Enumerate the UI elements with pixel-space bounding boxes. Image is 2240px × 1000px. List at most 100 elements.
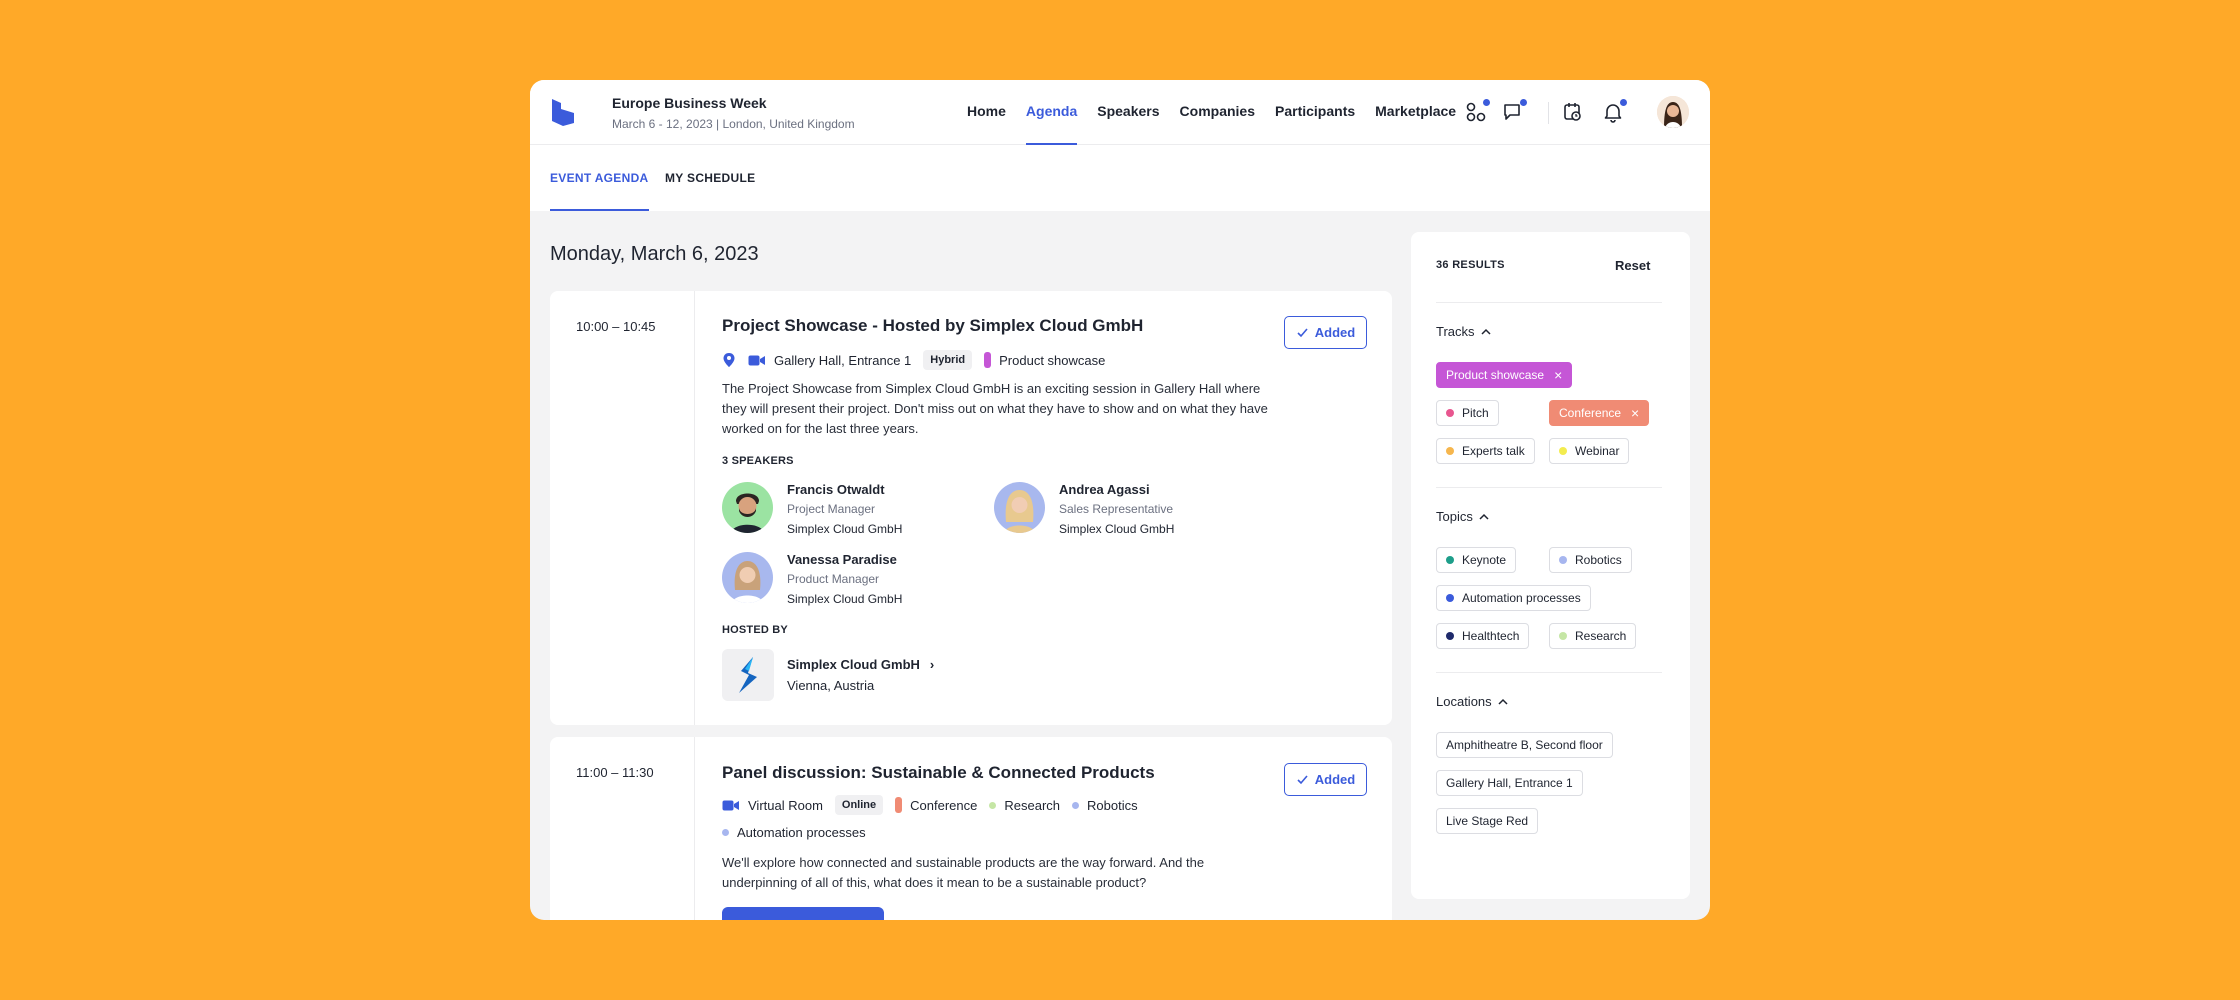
- topic-chip-healthtech[interactable]: Healthtech: [1436, 623, 1530, 649]
- nav-agenda[interactable]: Agenda: [1025, 80, 1078, 145]
- header-divider: [1548, 102, 1549, 124]
- location-chip[interactable]: Amphitheatre B, Second floor: [1436, 732, 1613, 758]
- topic-dot: [1072, 801, 1079, 809]
- format-badge: Online: [834, 795, 884, 815]
- session-meta-row2: Automation processes: [722, 825, 866, 840]
- color-dot: [1446, 556, 1454, 564]
- topic-dot: [989, 801, 997, 809]
- speaker-card[interactable]: Francis Otwaldt Project Manager Simplex …: [722, 482, 972, 536]
- date-heading: Monday, March 6, 2023: [550, 243, 759, 265]
- apps-icon[interactable]: [1465, 98, 1491, 125]
- session-title[interactable]: Panel discussion: Sustainable & Connecte…: [722, 763, 1155, 783]
- divider: [1436, 302, 1662, 303]
- speakers-count: 3 SPEAKERS: [722, 455, 794, 467]
- added-button[interactable]: Added: [1284, 763, 1367, 796]
- topic-chip-robotics[interactable]: Robotics: [1549, 547, 1632, 573]
- nav-companies[interactable]: Companies: [1180, 80, 1255, 145]
- time-column: 10:00 – 10:45: [550, 291, 695, 725]
- tracks-toggle[interactable]: Tracks: [1436, 324, 1491, 339]
- track-label: Product showcase: [999, 352, 1106, 368]
- session-time: 11:00 – 11:30: [576, 765, 654, 780]
- color-dot: [1446, 447, 1454, 455]
- speaker-name: Francis Otwaldt: [787, 482, 885, 497]
- check-icon: [1297, 328, 1308, 338]
- chevron-right-icon: ›: [929, 657, 935, 672]
- remove-icon[interactable]: ×: [1554, 367, 1562, 383]
- video-camera-icon: [722, 799, 740, 812]
- session-title[interactable]: Project Showcase - Hosted by Simplex Clo…: [722, 316, 1143, 336]
- bell-icon[interactable]: [1602, 98, 1628, 125]
- color-dot: [1446, 409, 1454, 417]
- speaker-avatar: [994, 482, 1045, 533]
- topic-chip-automation-processes[interactable]: Automation processes: [1436, 585, 1591, 611]
- session-location: Virtual Room: [748, 797, 823, 813]
- reset-button[interactable]: Reset: [1615, 258, 1650, 273]
- tab-my-schedule[interactable]: MY SCHEDULE: [665, 145, 755, 211]
- speaker-role: Project Manager: [787, 502, 876, 516]
- session-description: The Project Showcase from Simplex Cloud …: [722, 381, 1268, 436]
- app-window: Europe Business Week March 6 - 12, 2023 …: [530, 80, 1710, 920]
- chevron-up-icon: [1481, 328, 1491, 335]
- speaker-company: Simplex Cloud GmbH: [787, 522, 903, 536]
- host-company[interactable]: Simplex Cloud GmbH › Vienna, Austria: [722, 649, 1022, 701]
- chat-icon[interactable]: [1502, 98, 1528, 125]
- locations-toggle[interactable]: Locations: [1436, 694, 1508, 709]
- user-avatar[interactable]: [1657, 96, 1689, 128]
- simplex-logo-icon: [722, 649, 774, 701]
- cta-button[interactable]: [722, 907, 884, 920]
- topic-chip-research[interactable]: Research: [1549, 623, 1637, 649]
- speaker-avatar: [722, 482, 773, 533]
- speaker-name: Andrea Agassi: [1059, 482, 1150, 497]
- session-description: We'll explore how connected and sustaina…: [722, 855, 1205, 890]
- location-chip[interactable]: Live Stage Red: [1436, 808, 1539, 834]
- color-dot: [1446, 632, 1454, 640]
- speaker-card[interactable]: Vanessa Paradise Product Manager Simplex…: [722, 552, 972, 606]
- location-chip[interactable]: Gallery Hall, Entrance 1: [1436, 770, 1583, 796]
- calendar-clock-icon[interactable]: [1562, 101, 1586, 125]
- nav-speakers[interactable]: Speakers: [1097, 80, 1159, 145]
- nav-marketplace[interactable]: Marketplace: [1375, 80, 1456, 145]
- topic-label: Automation processes: [737, 825, 866, 840]
- topic-chip-keynote[interactable]: Keynote: [1436, 547, 1517, 573]
- added-label: Added: [1314, 325, 1356, 340]
- color-dot: [1559, 447, 1567, 455]
- host-name: Simplex Cloud GmbH ›: [787, 657, 935, 672]
- nav-participants[interactable]: Participants: [1275, 80, 1355, 145]
- event-logo-icon[interactable]: [550, 97, 576, 127]
- track-chip-experts-talk[interactable]: Experts talk: [1436, 438, 1535, 464]
- speaker-avatar: [722, 552, 773, 603]
- agenda-subtabs: EVENT AGENDA MY SCHEDULE: [530, 145, 1710, 211]
- speaker-name: Vanessa Paradise: [787, 552, 897, 567]
- speaker-company: Simplex Cloud GmbH: [787, 592, 903, 606]
- nav-home[interactable]: Home: [967, 80, 1006, 145]
- color-dot: [1559, 632, 1567, 640]
- format-badge: Hybrid: [923, 350, 973, 370]
- top-bar: Europe Business Week March 6 - 12, 2023 …: [530, 80, 1710, 145]
- notification-dot: [1482, 98, 1491, 107]
- track-color-bar: [895, 797, 903, 813]
- tab-event-agenda[interactable]: EVENT AGENDA: [550, 145, 649, 211]
- speaker-role: Sales Representative: [1059, 502, 1174, 516]
- topic-label: Research: [1004, 797, 1060, 813]
- event-title: Europe Business Week: [612, 95, 767, 111]
- track-chip-conference[interactable]: Conference ×: [1549, 400, 1650, 426]
- host-location: Vienna, Austria: [787, 678, 875, 693]
- remove-icon[interactable]: ×: [1631, 405, 1639, 421]
- topics-toggle[interactable]: Topics: [1436, 509, 1489, 524]
- added-label: Added: [1314, 772, 1356, 787]
- hosted-by-label: HOSTED BY: [722, 624, 788, 636]
- topic-label: Robotics: [1087, 797, 1138, 813]
- divider: [1436, 672, 1662, 673]
- divider: [1436, 487, 1662, 488]
- track-chip-webinar[interactable]: Webinar: [1549, 438, 1630, 464]
- speaker-card[interactable]: Andrea Agassi Sales Representative Simpl…: [994, 482, 1244, 536]
- speaker-role: Product Manager: [787, 572, 880, 586]
- session-meta: Virtual Room Online Conference Research …: [722, 795, 1138, 815]
- location-pin-icon: [722, 352, 736, 368]
- track-chip-product-showcase[interactable]: Product showcase ×: [1436, 362, 1573, 388]
- main-nav: Home Agenda Speakers Companies Participa…: [967, 80, 1476, 145]
- chevron-up-icon: [1498, 698, 1508, 705]
- added-button[interactable]: Added: [1284, 316, 1367, 349]
- track-chip-pitch[interactable]: Pitch: [1436, 400, 1499, 426]
- video-camera-icon: [748, 354, 766, 367]
